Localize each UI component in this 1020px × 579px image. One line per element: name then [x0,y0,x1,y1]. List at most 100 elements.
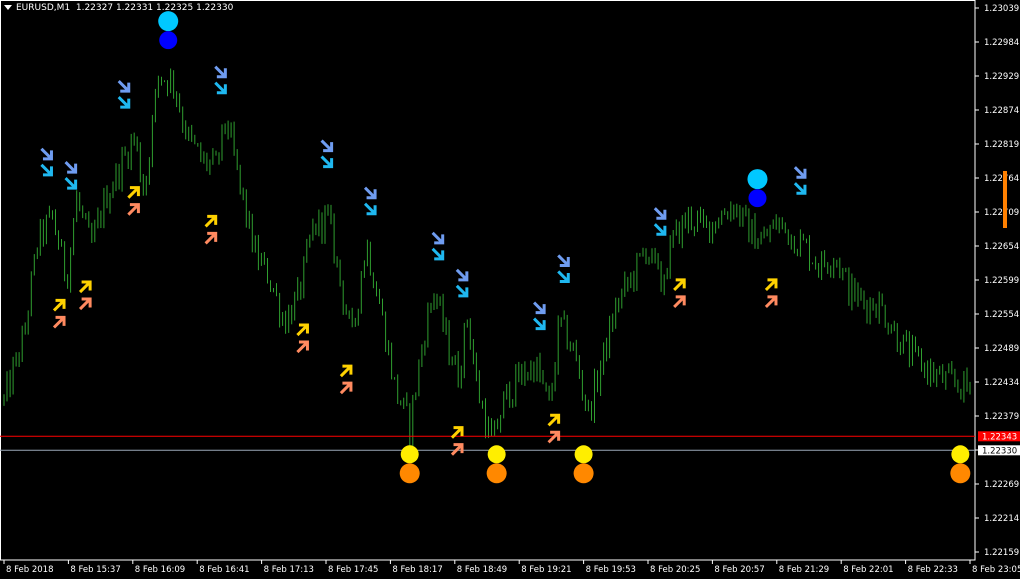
y-tick-label: 1.22764 [984,174,1019,184]
buy-arrow-icon [204,214,218,228]
y-tick-label: 1.22819 [984,140,1019,150]
x-tick-label: 8 Feb 18:17 [392,565,442,575]
x-tick-label: 8 Feb 15:37 [70,565,120,575]
y-tick-label: 1.22654 [984,242,1019,252]
sell-arrow-shape [431,247,445,261]
sell-arrow-icon [64,177,78,190]
buy-arrow-shape [764,278,778,292]
buy-arrow-icon [127,186,140,199]
y-tick-label: 1.22709 [984,208,1019,218]
sell-arrow-icon [214,65,227,79]
y-tick-label: 1.22599 [984,276,1019,286]
sell-arrow-icon [117,80,131,93]
buy-arrow-shape [673,278,686,292]
bottom-signal-dot [399,463,420,484]
current-price-tag-label: 1.22330 [982,446,1017,456]
buy-arrow-shape [52,315,66,329]
sell-arrow-icon [653,207,667,220]
chart-canvas[interactable]: 1.23039 1.22984 1.22929 1.22874 1.22819 1.227… [0,0,1020,579]
y-tick-label: 1.22984 [984,38,1019,48]
sell-arrow-icon [455,284,469,298]
buy-arrow-icon [339,364,353,378]
sell-arrow-icon [793,182,807,195]
y-tick-label: 1.22489 [984,344,1019,354]
top-signal-dot [747,169,768,190]
sell-arrow-icon [533,317,546,331]
x-tick-label: 8 Feb 16:41 [199,565,249,575]
sell-arrow-shape [653,207,667,220]
x-tick-label: 8 Feb 2018 [6,565,54,575]
dropdown-triangle-icon[interactable] [4,5,12,10]
buy-arrow-shape [78,280,92,294]
buy-arrow-shape [339,364,353,378]
sell-arrow-shape [40,147,53,161]
sell-arrow-shape [557,254,570,267]
sell-arrow-shape [793,166,807,179]
y-tick-label: 1.22434 [984,378,1019,388]
price-axis: 1.23039 1.22984 1.22929 1.22874 1.22819 1.227… [975,4,1020,558]
sell-arrow-shape [363,202,377,216]
sell-arrow-shape [363,186,377,200]
scroll-position-marker[interactable] [1003,171,1007,228]
sell-arrow-shape [455,284,469,298]
buy-arrow-shape [204,214,218,228]
buy-arrow-icon [764,295,778,309]
y-tick-label: 1.22159 [984,548,1019,558]
sell-arrow-icon [653,223,667,236]
buy-arrow-shape [296,340,309,354]
y-tick-label: 1.22554 [984,310,1019,320]
x-tick-label: 8 Feb 22:33 [908,565,958,575]
ohlc-label: 1.22327 1.22331 1.22325 1.22330 [75,3,234,13]
x-tick-label: 8 Feb 17:45 [328,565,378,575]
buy-arrow-icon [204,231,218,245]
sell-arrow-shape [533,317,546,331]
top-signal-dot [158,11,179,32]
x-tick-label: 8 Feb 19:21 [521,565,571,575]
buy-arrow-shape [673,295,686,309]
x-tick-label: 8 Feb 18:49 [457,565,507,575]
buy-arrow-shape [78,297,92,311]
symbol-label: EURUSD,M1 [16,3,71,13]
bottom-signal-dot [487,445,506,464]
x-tick-label: 8 Feb 22:01 [843,565,893,575]
x-tick-label: 8 Feb 19:53 [586,565,636,575]
sell-arrow-shape [431,231,445,245]
buy-arrow-icon [78,280,92,294]
bottom-signal-dot [573,463,594,484]
sell-arrow-shape [117,96,131,109]
buy-arrow-icon [673,278,686,292]
buy-arrow-icon [296,340,309,354]
sell-arrow-shape [64,161,78,174]
sell-arrow-icon [64,161,78,174]
sell-arrow-shape [117,80,131,93]
candles-layer [3,68,971,446]
buy-arrow-icon [764,278,778,292]
sell-arrow-icon [320,139,334,153]
sell-arrow-icon [431,231,445,245]
buy-arrow-icon [547,413,561,427]
sell-arrow-icon [793,166,807,179]
buy-arrow-shape [296,323,309,337]
time-axis: 8 Feb 2018 8 Feb 15:37 8 Feb 16:09 8 Feb 16… [3,560,1020,575]
y-tick-label: 1.22214 [984,514,1019,524]
buy-arrow-shape [204,231,218,245]
sell-arrow-icon [320,155,334,169]
chart-header: EURUSD,M1 1.22327 1.22331 1.22325 1.2233… [4,3,233,13]
sell-arrow-icon [40,147,53,161]
sell-arrow-shape [557,270,570,283]
top-signal-dot [159,31,178,50]
y-tick-label: 1.22929 [984,72,1019,82]
x-tick-label: 8 Feb 16:09 [135,565,185,575]
bottom-signal-dot [486,463,507,484]
sell-arrow-shape [214,81,227,95]
sell-arrow-shape [320,155,334,169]
buy-arrow-icon [78,297,92,311]
buy-arrow-shape [52,298,66,312]
sell-arrow-icon [557,254,570,267]
price-chart[interactable]: 1.23039 1.22984 1.22929 1.22874 1.22819 1.227… [0,0,1020,579]
sell-arrow-shape [64,177,78,190]
x-tick-label: 8 Feb 20:57 [714,565,764,575]
x-tick-label: 8 Feb 17:13 [264,565,314,575]
buy-arrow-shape [127,186,140,199]
top-signal-dot [748,189,767,208]
